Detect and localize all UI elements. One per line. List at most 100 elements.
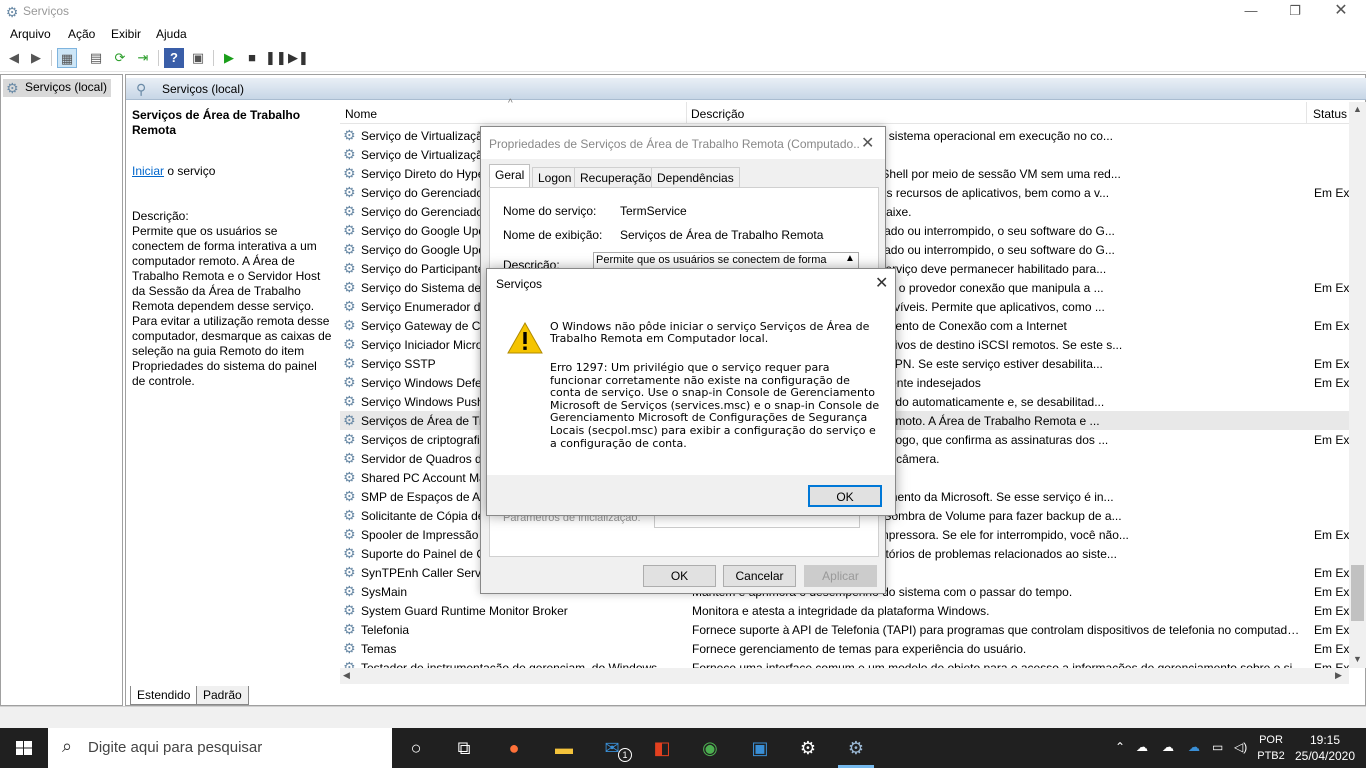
service-gear-icon: ⚙ <box>343 583 356 599</box>
remote-desktop-icon[interactable]: ▣ <box>746 734 774 762</box>
taskbar: ⌕ Digite aqui para pesquisar ○ ⧉ ● ▬ ✉ 1… <box>0 728 1366 768</box>
input-language[interactable]: POR PTB2 <box>1256 732 1286 764</box>
service-gear-icon: ⚙ <box>343 450 356 466</box>
scroll-up-icon[interactable]: ▲ <box>1353 104 1362 114</box>
error-ok-button[interactable]: OK <box>808 485 882 507</box>
service-status: Em Ex <box>1314 642 1349 656</box>
service-gear-icon: ⚙ <box>343 260 356 276</box>
cancel-button[interactable]: Cancelar <box>723 565 796 587</box>
close-icon[interactable]: ✕ <box>861 133 874 153</box>
service-gear-icon: ⚙ <box>343 431 356 447</box>
service-status: Em Ex <box>1314 319 1349 333</box>
tab-padrao[interactable]: Padrão <box>196 686 249 705</box>
service-gear-icon: ⚙ <box>343 298 356 314</box>
network-icon[interactable]: ▭ <box>1212 740 1223 754</box>
service-gear-icon: ⚙ <box>343 355 356 371</box>
show-hidden-icons-chevron-up-icon[interactable]: ⌃ <box>1115 740 1125 754</box>
description-field-text: Permite que os usuários se conectem de f… <box>596 254 827 266</box>
service-name: Temas <box>361 642 397 656</box>
horizontal-scrollbar[interactable]: ◀ ▶ <box>340 668 1349 684</box>
ok-button[interactable]: OK <box>643 565 716 587</box>
office-icon[interactable]: ◧ <box>648 734 676 762</box>
tab-geral[interactable]: Geral <box>489 164 531 188</box>
error-message-summary: O Windows não pôde iniciar o serviço Ser… <box>550 320 870 345</box>
service-description: Fornece uma interface comum e um modelo … <box>692 661 1303 668</box>
task-view-icon[interactable]: ⧉ <box>450 734 478 762</box>
table-row[interactable]: ⚙ Temas Fornece gerenciamento de temas par… <box>340 639 1349 658</box>
tab-recuperacao[interactable]: Recuperação <box>574 167 658 187</box>
system-clock[interactable]: 19:15 25/04/2020 <box>1290 732 1360 764</box>
service-status: Em Ex <box>1314 433 1349 447</box>
error-dialog-footer: OK <box>487 475 895 515</box>
services-gear-icon[interactable]: ⚙ <box>842 734 870 762</box>
service-gear-icon: ⚙ <box>343 602 356 618</box>
error-title: Serviços <box>496 277 543 291</box>
service-status: Em Ex <box>1314 281 1349 295</box>
windows-start-icon[interactable] <box>0 728 48 768</box>
service-gear-icon: ⚙ <box>343 640 356 656</box>
service-status: Em Ex <box>1314 186 1349 200</box>
tab-estendido[interactable]: Estendido <box>130 686 198 705</box>
cloud-icon[interactable]: ☁ <box>1162 740 1174 754</box>
warning-icon <box>507 321 543 354</box>
keyboard-layout: PTB2 <box>1257 750 1285 762</box>
scroll-left-icon[interactable]: ◀ <box>343 670 350 681</box>
service-gear-icon: ⚙ <box>343 412 356 428</box>
service-description: Fornece gerenciamento de temas para expe… <box>692 642 1027 656</box>
apply-button[interactable]: Aplicar <box>804 565 877 587</box>
service-status: Em Ex <box>1314 376 1349 390</box>
onedrive-icon[interactable]: ☁ <box>1188 740 1200 754</box>
service-gear-icon: ⚙ <box>343 279 356 295</box>
table-row[interactable]: ⚙ Testador de instrumentação de gerenciam… <box>340 658 1349 668</box>
scroll-down-icon[interactable]: ▼ <box>1353 654 1362 664</box>
tab-dependencias[interactable]: Dependências <box>651 167 740 187</box>
service-gear-icon: ⚙ <box>343 146 356 162</box>
service-gear-icon: ⚙ <box>343 545 356 561</box>
service-status: Em Ex <box>1314 623 1349 637</box>
service-status: Em Ex <box>1314 661 1349 668</box>
service-status: Em Ex <box>1314 604 1349 618</box>
display-name-value: Serviços de Área de Trabalho Remota <box>620 228 824 242</box>
column-divider[interactable] <box>686 102 687 124</box>
mail-badge: 1 <box>618 748 632 762</box>
column-divider[interactable] <box>1306 102 1307 124</box>
status-bar <box>0 706 1366 728</box>
volume-icon[interactable]: ◁) <box>1234 740 1247 754</box>
table-row[interactable]: ⚙ Telefonia Fornece suporte à API de Telef… <box>340 620 1349 639</box>
service-description: Fornece suporte à API de Telefonia (TAPI… <box>692 623 1304 637</box>
view-tabs: Estendido Padrão <box>126 686 426 706</box>
service-description: Monitora e atesta a integridade da plata… <box>692 604 990 618</box>
chrome-icon[interactable]: ◉ <box>696 734 724 762</box>
cloud-icon[interactable]: ☁ <box>1136 740 1148 754</box>
column-header-description[interactable]: Descrição <box>691 107 744 121</box>
taskbar-search[interactable]: ⌕ Digite aqui para pesquisar <box>48 728 392 768</box>
scroll-thumb[interactable] <box>1351 565 1364 621</box>
cortana-circle-icon[interactable]: ○ <box>402 734 430 762</box>
service-name-label: Nome do serviço: <box>503 204 597 218</box>
service-gear-icon: ⚙ <box>343 621 356 637</box>
tab-logon[interactable]: Logon <box>532 167 578 187</box>
vertical-scrollbar[interactable]: ▲ ▼ <box>1349 102 1366 668</box>
search-placeholder: Digite aqui para pesquisar <box>88 739 263 756</box>
service-gear-icon: ⚙ <box>343 374 356 390</box>
list-header: ^ Nome Descrição Status <box>340 98 1350 124</box>
file-explorer-icon[interactable]: ▬ <box>550 734 578 762</box>
service-gear-icon: ⚙ <box>343 241 356 257</box>
service-gear-icon: ⚙ <box>343 165 356 181</box>
clock-time: 19:15 <box>1309 733 1341 747</box>
table-row[interactable]: ⚙ System Guard Runtime Monitor Broker Moni… <box>340 601 1349 620</box>
service-gear-icon: ⚙ <box>343 526 356 542</box>
sort-asc-icon: ^ <box>508 98 513 109</box>
service-gear-icon: ⚙ <box>343 336 356 352</box>
settings-gear-icon[interactable]: ⚙ <box>794 734 822 762</box>
column-header-status[interactable]: Status <box>1313 107 1347 121</box>
firefox-icon[interactable]: ● <box>500 734 528 762</box>
close-icon[interactable]: ✕ <box>875 273 888 293</box>
service-gear-icon: ⚙ <box>343 564 356 580</box>
search-icon: ⌕ <box>62 736 73 756</box>
column-header-name[interactable]: Nome <box>345 107 377 121</box>
service-name: Testador de instrumentação de gerenciam.… <box>361 661 658 668</box>
chevron-up-icon[interactable]: ▲ <box>845 253 855 264</box>
service-name-value: TermService <box>620 204 687 218</box>
scroll-right-icon[interactable]: ▶ <box>1335 670 1342 681</box>
